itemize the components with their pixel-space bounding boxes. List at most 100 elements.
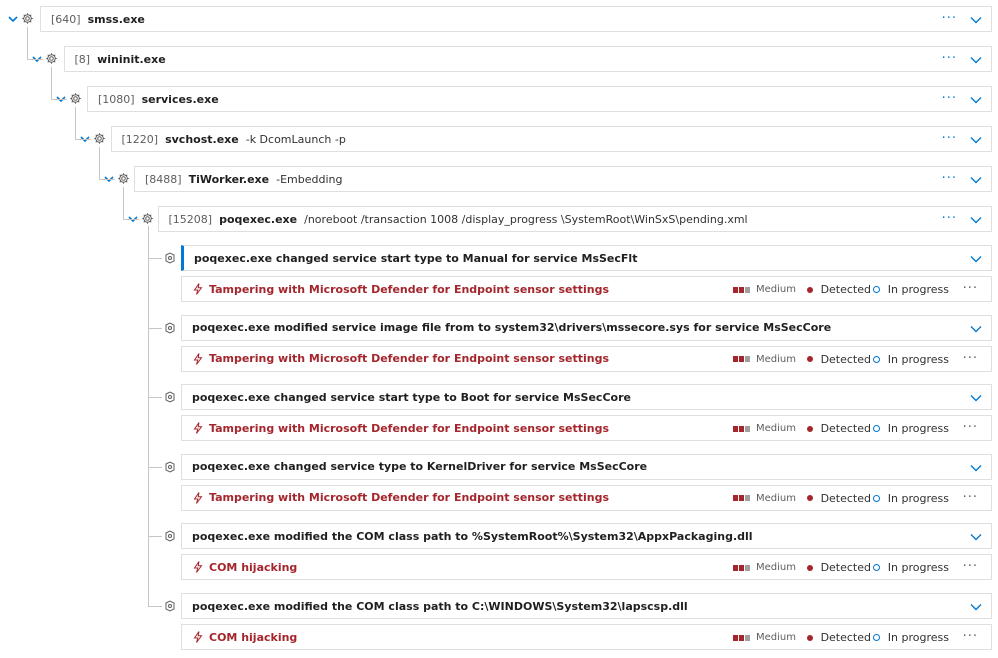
event-card[interactable]: poqexec.exe changed service start type t… bbox=[181, 245, 992, 271]
alert-title[interactable]: Tampering with Microsoft Defender for En… bbox=[209, 283, 609, 296]
in-progress-circle-icon bbox=[872, 355, 880, 363]
more-options-icon[interactable]: ··· bbox=[942, 132, 957, 145]
tree-connector bbox=[123, 219, 139, 220]
tree-connector bbox=[51, 99, 67, 100]
tree-connector bbox=[148, 466, 162, 468]
registry-key-icon bbox=[164, 252, 176, 264]
event-card[interactable]: poqexec.exe modified service image file … bbox=[181, 314, 992, 341]
process-card[interactable]: [8] wininit.exe ··· bbox=[63, 46, 992, 72]
event-description: poqexec.exe modified the COM class path … bbox=[192, 529, 753, 543]
chevron-down-icon[interactable] bbox=[969, 530, 983, 547]
severity-indicator: Medium bbox=[733, 423, 796, 434]
process-card[interactable]: [8488] TiWorker.exe -Embedding ··· bbox=[134, 166, 992, 192]
registry-key-icon bbox=[164, 391, 176, 403]
more-options-icon[interactable]: ··· bbox=[963, 491, 978, 504]
event-card[interactable]: poqexec.exe changed service start type t… bbox=[181, 384, 992, 411]
process-id: [1080] bbox=[98, 92, 135, 106]
chevron-down-icon[interactable] bbox=[969, 600, 983, 617]
tree-connector bbox=[148, 397, 162, 399]
registry-key-icon bbox=[164, 461, 176, 473]
tree-connector bbox=[148, 327, 162, 329]
registry-key-icon bbox=[164, 600, 176, 612]
collapse-caret-icon[interactable] bbox=[6, 12, 20, 26]
severity-label: Medium bbox=[756, 492, 796, 504]
event-card[interactable]: poqexec.exe modified the COM class path … bbox=[181, 523, 992, 550]
tree-connector bbox=[148, 536, 162, 538]
chevron-down-icon[interactable] bbox=[969, 13, 983, 30]
process-args: /noreboot /transaction 1008 /display_pro… bbox=[304, 212, 748, 226]
registry-key-icon bbox=[164, 530, 176, 542]
alert-card[interactable]: Tampering with Microsoft Defender for En… bbox=[181, 276, 992, 302]
more-options-icon[interactable]: ··· bbox=[942, 52, 957, 65]
lightning-bolt-icon bbox=[193, 561, 203, 574]
more-options-icon[interactable]: ··· bbox=[942, 12, 957, 25]
alert-title[interactable]: Tampering with Microsoft Defender for En… bbox=[209, 491, 609, 504]
chevron-down-icon[interactable] bbox=[969, 173, 983, 190]
process-id: [8] bbox=[74, 52, 91, 66]
tree-connector bbox=[123, 187, 124, 219]
lightning-bolt-icon bbox=[193, 631, 203, 643]
process-card[interactable]: [15208] poqexec.exe/noreboot /transaction… bbox=[157, 206, 992, 232]
chevron-down-icon[interactable] bbox=[969, 461, 983, 478]
more-options-icon[interactable]: ··· bbox=[963, 352, 978, 365]
event-card[interactable]: poqexec.exe modified the COM class path … bbox=[181, 593, 992, 619]
alert-card[interactable]: Tampering with Microsoft Defender for En… bbox=[181, 415, 992, 442]
process-card[interactable]: [1080] services.exe ··· bbox=[87, 86, 992, 112]
in-progress-circle-icon bbox=[872, 425, 880, 433]
tree-connector bbox=[75, 107, 76, 139]
alert-title[interactable]: COM hijacking bbox=[209, 561, 297, 574]
tree-connector bbox=[99, 147, 100, 179]
more-options-icon[interactable]: ··· bbox=[963, 630, 978, 643]
in-progress-circle-icon bbox=[872, 634, 880, 641]
more-options-icon[interactable]: ··· bbox=[963, 421, 978, 434]
gear-icon bbox=[45, 52, 58, 65]
alert-title[interactable]: Tampering with Microsoft Defender for En… bbox=[209, 422, 609, 435]
alert-card[interactable]: Tampering with Microsoft Defender for En… bbox=[181, 484, 992, 511]
alert-title[interactable]: COM hijacking bbox=[209, 631, 297, 644]
in-progress-circle-icon bbox=[872, 564, 880, 572]
tree-connector bbox=[148, 536, 149, 606]
chevron-down-icon[interactable] bbox=[969, 391, 983, 408]
alert-card[interactable]: COM hijacking Medium Detected In progress ··… bbox=[181, 554, 992, 581]
detection-status: Detected bbox=[806, 422, 871, 435]
event-description: poqexec.exe changed service type to Kern… bbox=[192, 460, 648, 474]
alert-card[interactable]: Tampering with Microsoft Defender for En… bbox=[181, 345, 992, 372]
detection-status: Detected bbox=[806, 492, 871, 505]
detected-dot-icon bbox=[806, 425, 813, 432]
more-options-icon[interactable]: ··· bbox=[963, 560, 978, 573]
more-options-icon[interactable]: ··· bbox=[942, 212, 957, 225]
event-card[interactable]: poqexec.exe changed service type to Kern… bbox=[181, 453, 992, 480]
chevron-down-icon[interactable] bbox=[969, 213, 983, 230]
chevron-down-icon[interactable] bbox=[969, 93, 983, 110]
more-options-icon[interactable]: ··· bbox=[963, 282, 978, 295]
event-description: poqexec.exe modified service image file … bbox=[192, 321, 832, 335]
tree-connector bbox=[148, 258, 149, 328]
chevron-down-icon[interactable] bbox=[969, 252, 983, 269]
process-card[interactable]: [1220] svchost.exe -k DcomLaunch -p ··· bbox=[110, 126, 992, 152]
alert-card[interactable]: COM hijacking Medium Detected In progress ··… bbox=[181, 624, 992, 650]
detected-dot-icon bbox=[806, 634, 813, 641]
investigation-status: In progress bbox=[872, 561, 949, 574]
process-card[interactable]: [640] smss.exe ··· bbox=[40, 6, 992, 32]
investigation-status: In progress bbox=[872, 631, 949, 644]
more-options-icon[interactable]: ··· bbox=[942, 92, 957, 105]
process-name: services.exe bbox=[141, 92, 219, 106]
tree-connector bbox=[99, 179, 115, 180]
alert-title[interactable]: Tampering with Microsoft Defender for En… bbox=[209, 352, 609, 365]
detection-status: Detected bbox=[806, 631, 871, 644]
gear-icon bbox=[21, 12, 34, 25]
detection-status: Detected bbox=[806, 561, 871, 574]
detection-status: Detected bbox=[806, 283, 871, 296]
chevron-down-icon[interactable] bbox=[969, 133, 983, 150]
more-options-icon[interactable]: ··· bbox=[942, 172, 957, 185]
investigation-status: In progress bbox=[872, 492, 949, 505]
investigation-status: In progress bbox=[872, 283, 949, 296]
gear-icon bbox=[141, 212, 154, 225]
process-args: -Embedding bbox=[276, 172, 343, 186]
detected-dot-icon bbox=[806, 564, 813, 571]
chevron-down-icon[interactable] bbox=[969, 53, 983, 70]
in-progress-circle-icon bbox=[872, 494, 880, 502]
severity-indicator: Medium bbox=[733, 284, 796, 295]
chevron-down-icon[interactable] bbox=[969, 322, 983, 339]
lightning-bolt-icon bbox=[193, 352, 203, 365]
